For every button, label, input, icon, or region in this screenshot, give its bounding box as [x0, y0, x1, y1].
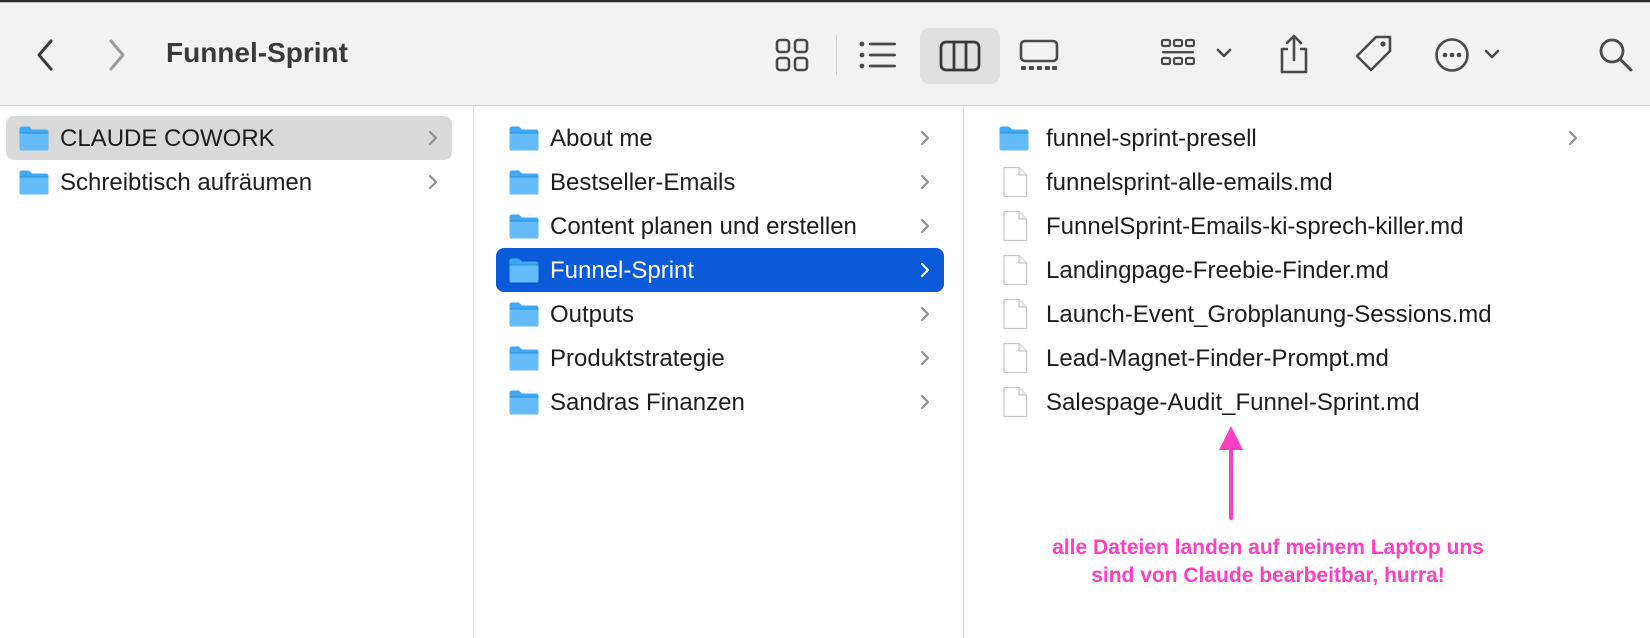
group-by-button[interactable]	[1160, 33, 1238, 77]
chevron-right-icon	[920, 174, 930, 190]
chevron-right-icon	[920, 306, 930, 322]
chevron-right-icon	[428, 130, 438, 146]
tag-button[interactable]	[1352, 31, 1396, 77]
item-label: Funnel-Sprint	[550, 257, 695, 284]
annotation-line-2: sind von Claude bearbeitbar, hurra!	[1091, 564, 1445, 587]
document-icon	[1002, 166, 1028, 198]
folder-icon	[998, 124, 1030, 152]
window-title: Funnel-Sprint	[166, 37, 348, 68]
item-label: Landingpage-Freebie-Finder.md	[1046, 257, 1389, 284]
more-actions-button[interactable]	[1434, 33, 1512, 77]
ellipsis-circle-icon	[1435, 38, 1500, 72]
file-item-lead-magnet-finder-prompt-md[interactable]: Lead-Magnet-Finder-Prompt.md	[986, 336, 1586, 380]
file-item-salespage-audit-funnel-sprint-md[interactable]: Salespage-Audit_Funnel-Sprint.md	[986, 380, 1586, 424]
item-label: Outputs	[550, 301, 635, 328]
folder-item-outputs[interactable]: Outputs	[496, 292, 944, 336]
chevron-right-icon	[920, 394, 930, 410]
document-icon	[1002, 210, 1028, 242]
item-label: Schreibtisch aufräumen	[60, 169, 313, 196]
item-label: About me	[550, 125, 653, 152]
annotation-line-1: alle Dateien landen auf meinem Laptop un…	[1052, 536, 1484, 559]
search-icon	[1599, 38, 1633, 72]
back-button[interactable]	[28, 33, 62, 77]
folder-icon	[508, 256, 540, 284]
folder-item-funnel-sprint-presell[interactable]: funnel-sprint-presell	[986, 116, 1586, 160]
view-as-list-button[interactable]	[856, 33, 900, 77]
folder-icon	[508, 212, 540, 240]
folder-icon	[18, 168, 50, 196]
file-item-launch-event-grobplanung-sessions-md[interactable]: Launch-Event_Grobplanung-Sessions.md	[986, 292, 1586, 336]
document-icon	[1002, 254, 1028, 286]
view-as-icons-button[interactable]	[772, 33, 812, 77]
folder-icon	[508, 300, 540, 328]
folder-item-about-me[interactable]: About me	[496, 116, 944, 160]
folder-item-schreibtisch-aufräumen[interactable]: Schreibtisch aufräumen	[6, 160, 452, 204]
item-label: Lead-Magnet-Finder-Prompt.md	[1046, 345, 1389, 372]
chevron-right-icon	[920, 130, 930, 146]
folder-icon	[508, 344, 540, 372]
group-icon	[1160, 38, 1232, 66]
item-label: Sandras Finanzen	[550, 389, 745, 416]
item-label: funnel-sprint-presell	[1046, 125, 1257, 152]
chevron-right-icon	[920, 218, 930, 234]
file-item-funnelsprint-alle-emails-md[interactable]: funnelsprint-alle-emails.md	[986, 160, 1586, 204]
column-2: About me Bestseller-Emails Content planen …	[474, 106, 964, 638]
search-button[interactable]	[1596, 33, 1636, 77]
folder-item-sandras-finanzen[interactable]: Sandras Finanzen	[496, 380, 944, 424]
folder-icon	[508, 168, 540, 196]
item-label: FunnelSprint-Emails-ki-sprech-killer.md	[1046, 213, 1464, 240]
item-label: CLAUDE COWORK	[60, 125, 275, 152]
file-item-funnelsprint-emails-ki-sprech-killer-md[interactable]: FunnelSprint-Emails-ki-sprech-killer.md	[986, 204, 1586, 248]
folder-item-content-planen-und-erstellen[interactable]: Content planen und erstellen	[496, 204, 944, 248]
toolbar-divider	[836, 35, 837, 75]
chevron-right-icon	[1568, 130, 1578, 146]
forward-button[interactable]	[100, 33, 134, 77]
folder-item-funnel-sprint[interactable]: Funnel-Sprint	[496, 248, 944, 292]
grid-icon	[775, 38, 809, 72]
item-label: Salespage-Audit_Funnel-Sprint.md	[1046, 389, 1420, 416]
folder-icon	[18, 124, 50, 152]
gallery-icon	[1019, 39, 1059, 70]
chevron-right-icon	[920, 350, 930, 366]
column-1: CLAUDE COWORK Schreibtisch aufräumen	[0, 106, 474, 638]
chevron-right-icon	[109, 39, 125, 71]
tag-icon	[1355, 35, 1392, 72]
document-icon	[1002, 342, 1028, 374]
item-label: Bestseller-Emails	[550, 169, 736, 196]
chevron-left-icon	[37, 39, 53, 71]
document-icon	[1002, 298, 1028, 330]
document-icon	[1002, 386, 1028, 418]
item-label: funnelsprint-alle-emails.md	[1046, 169, 1333, 196]
item-label: Produktstrategie	[550, 345, 725, 372]
view-as-gallery-button[interactable]	[1016, 33, 1062, 77]
list-icon	[859, 41, 896, 69]
share-icon	[1280, 34, 1308, 74]
chevron-right-icon	[428, 174, 438, 190]
file-item-landingpage-freebie-finder-md[interactable]: Landingpage-Freebie-Finder.md	[986, 248, 1586, 292]
columns-icon	[939, 40, 981, 72]
item-label: Content planen und erstellen	[550, 213, 857, 240]
annotation-text: alle Dateien landen auf meinem Laptop un…	[1020, 534, 1516, 590]
annotation-arrow	[1219, 426, 1243, 520]
folder-item-claude-cowork[interactable]: CLAUDE COWORK	[6, 116, 452, 160]
item-label: Launch-Event_Grobplanung-Sessions.md	[1046, 301, 1492, 328]
folder-item-bestseller-emails[interactable]: Bestseller-Emails	[496, 160, 944, 204]
view-as-columns-button[interactable]	[920, 28, 1000, 84]
folder-icon	[508, 124, 540, 152]
finder-toolbar: Funnel-Sprint	[0, 2, 1650, 106]
share-button[interactable]	[1274, 29, 1314, 79]
folder-item-produktstrategie[interactable]: Produktstrategie	[496, 336, 944, 380]
folder-icon	[508, 388, 540, 416]
chevron-right-icon	[920, 262, 930, 278]
